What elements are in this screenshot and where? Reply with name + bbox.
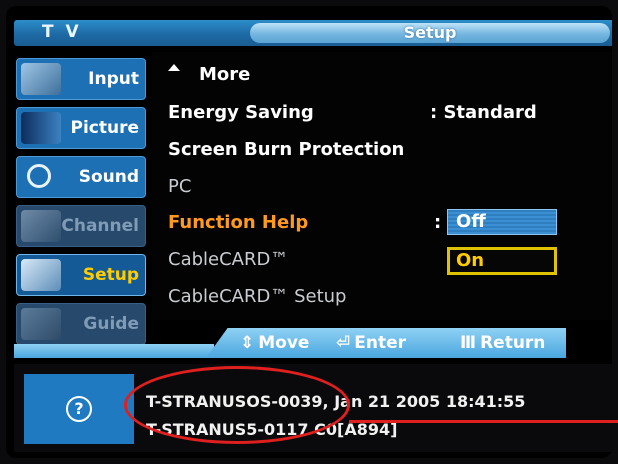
menu-item-energy-saving[interactable]: Energy Saving bbox=[168, 102, 314, 123]
menu-title: Setup bbox=[250, 23, 610, 43]
option-on[interactable]: On bbox=[447, 247, 557, 275]
sidebar-item-channel[interactable]: Channel bbox=[16, 205, 146, 247]
nav-enter: ⏎ Enter bbox=[336, 333, 406, 353]
enter-icon: ⏎ bbox=[336, 333, 351, 353]
channel-icon bbox=[21, 210, 61, 242]
menu-item-screen-burn[interactable]: Screen Burn Protection bbox=[168, 139, 404, 160]
navigation-bar: ⇕ Move ⏎ Enter Ⅲ Return bbox=[206, 328, 566, 358]
sidebar-item-setup[interactable]: Setup bbox=[16, 254, 146, 296]
nav-enter-label: Enter bbox=[354, 333, 407, 353]
tv-title: T V bbox=[42, 22, 82, 42]
option-off-label: Off bbox=[456, 211, 486, 232]
energy-saving-value: : Standard bbox=[430, 102, 537, 123]
option-on-label: On bbox=[456, 250, 485, 271]
menu-item-pc[interactable]: PC bbox=[168, 176, 191, 197]
navigation-bar-left bbox=[14, 344, 214, 358]
annotation-pointer-line bbox=[349, 420, 618, 423]
nav-move: ⇕ Move bbox=[240, 333, 309, 353]
menu-item-more[interactable]: More bbox=[199, 64, 250, 85]
sidebar-item-picture[interactable]: Picture bbox=[16, 107, 146, 149]
sidebar-item-label: Input bbox=[88, 69, 139, 89]
input-icon bbox=[21, 63, 61, 95]
setup-menu bbox=[152, 52, 612, 320]
nav-return-label: Return bbox=[480, 333, 546, 353]
menu-item-function-help[interactable]: Function Help bbox=[168, 212, 308, 233]
sidebar-item-label: Setup bbox=[82, 265, 139, 285]
question-mark-icon: ? bbox=[66, 396, 92, 422]
sidebar-item-sound[interactable]: Sound bbox=[16, 156, 146, 198]
sidebar-item-label: Guide bbox=[83, 314, 139, 334]
category-sidebar: Input Picture Sound Channel Setup Guide bbox=[16, 58, 146, 352]
option-off[interactable]: Off bbox=[447, 209, 557, 235]
menu-item-cablecard-setup[interactable]: CableCARD™ Setup bbox=[168, 286, 346, 307]
help-icon-box: ? bbox=[24, 374, 134, 444]
setup-icon bbox=[21, 259, 61, 291]
picture-icon bbox=[21, 112, 61, 144]
sidebar-item-input[interactable]: Input bbox=[16, 58, 146, 100]
sidebar-item-guide[interactable]: Guide bbox=[16, 303, 146, 345]
sidebar-item-label: Picture bbox=[70, 118, 139, 138]
sidebar-item-label: Channel bbox=[61, 216, 139, 236]
annotation-ellipse bbox=[124, 366, 350, 444]
menu-item-cablecard[interactable]: CableCARD™ bbox=[168, 249, 288, 270]
nav-return: Ⅲ Return bbox=[460, 333, 545, 353]
sidebar-item-label: Sound bbox=[78, 167, 139, 187]
guide-icon bbox=[21, 308, 61, 340]
nav-move-label: Move bbox=[258, 333, 310, 353]
menu-header: T V Setup bbox=[14, 20, 612, 46]
sound-icon bbox=[21, 161, 61, 193]
up-arrow-icon bbox=[168, 64, 180, 71]
function-help-colon: : bbox=[434, 212, 442, 233]
move-arrows-icon: ⇕ bbox=[240, 333, 255, 353]
return-icon: Ⅲ bbox=[460, 333, 477, 353]
